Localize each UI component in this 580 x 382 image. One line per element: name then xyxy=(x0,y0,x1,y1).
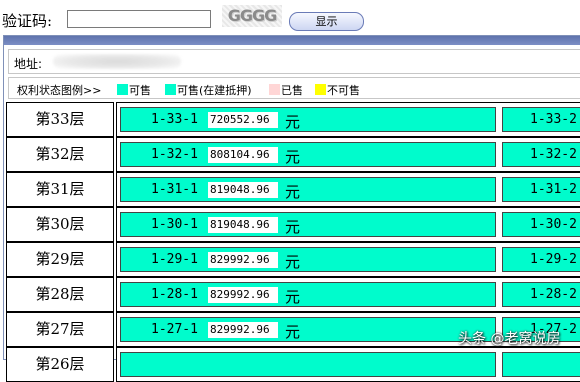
floor-row: 第29层 1-29-1 829992.96 元 1-29-2 xyxy=(6,242,580,277)
unit-code: 1-28-2 xyxy=(530,287,577,302)
unit-cell[interactable]: 1-28-2 xyxy=(502,282,580,307)
unit-price: 819048.96 xyxy=(208,182,278,198)
units-frame: 1-30-1 819048.96 元 1-30-2 xyxy=(116,207,580,242)
captcha-input[interactable] xyxy=(67,10,211,28)
watermark-text: 头条 @老窝说房 xyxy=(458,331,561,347)
currency-label: 元 xyxy=(285,288,301,306)
unit-cell[interactable]: 1-30-2 xyxy=(502,212,580,237)
legend-label: 不可售 xyxy=(327,84,360,97)
units-frame: 1-31-1 819048.96 元 1-31-2 xyxy=(116,172,580,207)
floor-row: 第31层 1-31-1 819048.96 元 1-31-2 xyxy=(6,172,580,207)
unit-cell[interactable]: 1-29-1 829992.96 元 xyxy=(120,247,496,272)
floor-label: 第28层 xyxy=(6,277,114,312)
floor-label: 第31层 xyxy=(6,172,114,207)
units-frame: 1-32-1 808104.96 元 1-32-2 xyxy=(116,137,580,172)
unit-cell[interactable]: 1-32-1 808104.96 元 xyxy=(120,142,496,167)
currency-label: 元 xyxy=(285,183,301,201)
captcha-image: GGGG xyxy=(222,5,282,27)
unit-cell[interactable]: 1-33-1 720552.96 元 xyxy=(120,107,496,132)
captcha-image-text: GGGG xyxy=(227,6,278,25)
floor-label: 第33层 xyxy=(6,102,114,137)
legend-swatch xyxy=(165,84,176,95)
units-frame: 1-33-1 720552.96 元 1-33-2 xyxy=(116,102,580,137)
unit-price: 829992.96 xyxy=(208,322,278,338)
floor-row: 第28层 1-28-1 829992.96 元 1-28-2 xyxy=(6,277,580,312)
unit-cell[interactable] xyxy=(120,352,496,377)
unit-price: 819048.96 xyxy=(208,217,278,233)
unit-cell[interactable]: 1-30-1 819048.96 元 xyxy=(120,212,496,237)
legend-title: 权利状态图例>> xyxy=(17,84,102,97)
unit-cell[interactable]: 1-27-1 829992.96 元 xyxy=(120,317,496,342)
floor-label: 第26层 xyxy=(6,347,114,382)
unit-code: 1-32-2 xyxy=(530,147,577,162)
floor-row: 第26层 xyxy=(6,347,580,382)
unit-cell[interactable]: 1-29-2 xyxy=(502,247,580,272)
currency-label: 元 xyxy=(285,323,301,341)
legend-swatch xyxy=(117,84,128,95)
legend-swatch xyxy=(269,84,280,95)
units-frame: 1-28-1 829992.96 元 1-28-2 xyxy=(116,277,580,312)
unit-cell[interactable]: 1-32-2 xyxy=(502,142,580,167)
show-button[interactable]: 显示 xyxy=(289,12,364,31)
legend-item-available: 可售 xyxy=(117,82,151,98)
unit-code: 1-29-2 xyxy=(530,252,577,267)
unit-code: 1-29-1 xyxy=(151,252,198,267)
floor-label: 第29层 xyxy=(6,242,114,277)
currency-label: 元 xyxy=(285,113,301,131)
floor-label: 第32层 xyxy=(6,137,114,172)
unit-code: 1-32-1 xyxy=(151,147,198,162)
legend-label: 可售 xyxy=(129,84,151,97)
unit-price: 829992.96 xyxy=(208,252,278,268)
floor-label: 第27层 xyxy=(6,312,114,347)
currency-label: 元 xyxy=(285,148,301,166)
unit-code: 1-31-2 xyxy=(530,182,577,197)
floor-row: 第33层 1-33-1 720552.96 元 1-33-2 xyxy=(6,102,580,137)
legend-item-sold: 已售 xyxy=(269,82,303,98)
unit-code: 1-30-1 xyxy=(151,217,198,232)
address-label: 地址: xyxy=(14,57,43,71)
unit-code: 1-33-2 xyxy=(530,112,577,127)
floor-row: 第32层 1-32-1 808104.96 元 1-32-2 xyxy=(6,137,580,172)
units-frame xyxy=(116,347,580,382)
currency-label: 元 xyxy=(285,218,301,236)
unit-code: 1-30-2 xyxy=(530,217,577,232)
legend-row: 权利状态图例>> 可售 可售(在建抵押) 已售 不可售 xyxy=(8,77,580,99)
unit-cell[interactable]: 1-31-1 819048.96 元 xyxy=(120,177,496,202)
unit-price: 720552.96 xyxy=(208,112,278,128)
floor-row: 第30层 1-30-1 819048.96 元 1-30-2 xyxy=(6,207,580,242)
address-row: 地址: xyxy=(8,49,580,74)
unit-code: 1-31-1 xyxy=(151,182,198,197)
floor-label: 第30层 xyxy=(6,207,114,242)
unit-cell[interactable]: 1-33-2 xyxy=(502,107,580,132)
unit-code: 1-27-1 xyxy=(151,322,198,337)
unit-cell[interactable]: 1-31-2 xyxy=(502,177,580,202)
address-value-redacted xyxy=(53,54,181,69)
legend-swatch xyxy=(315,84,326,95)
legend-item-not-for-sale: 不可售 xyxy=(315,82,360,98)
unit-price: 808104.96 xyxy=(208,147,278,163)
unit-cell[interactable] xyxy=(502,352,580,377)
captcha-label: 验证码: xyxy=(2,12,53,30)
legend-item-available-mortgaged: 可售(在建抵押) xyxy=(165,82,252,98)
unit-price: 829992.96 xyxy=(208,287,278,303)
unit-code: 1-28-1 xyxy=(151,287,198,302)
currency-label: 元 xyxy=(285,253,301,271)
unit-cell[interactable]: 1-28-1 829992.96 元 xyxy=(120,282,496,307)
captcha-bar: 验证码: GGGG 显示 xyxy=(0,0,580,34)
legend-label: 可售(在建抵押) xyxy=(177,84,252,97)
unit-code: 1-33-1 xyxy=(151,112,198,127)
panel-header-bar xyxy=(4,36,580,45)
legend-label: 已售 xyxy=(281,84,303,97)
units-frame: 1-29-1 829992.96 元 1-29-2 xyxy=(116,242,580,277)
